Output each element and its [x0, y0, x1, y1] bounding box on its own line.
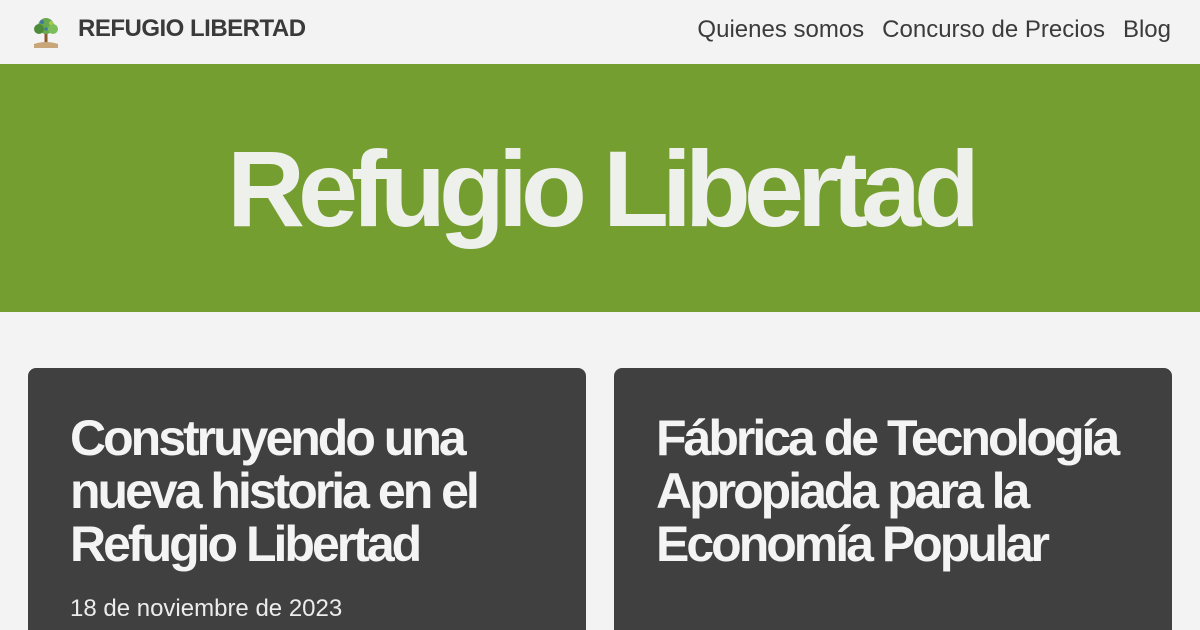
main-nav: Quienes somos Concurso de Precios Blog [697, 14, 1171, 46]
hero-title: Refugio Libertad [227, 128, 980, 249]
post-card[interactable]: Fábrica de Tecnología Apropiada para la … [614, 368, 1172, 630]
nav-link-concurso-de-precios[interactable]: Concurso de Precios [882, 14, 1105, 46]
post-date: 18 de noviembre de 2023 [70, 595, 343, 622]
nav-link-blog[interactable]: Blog [1123, 14, 1171, 46]
hero-banner: Refugio Libertad [0, 64, 1200, 312]
site-header: REFUGIO LIBERTAD Quienes somos Concurso … [0, 0, 1200, 64]
site-brand-link[interactable]: REFUGIO LIBERTAD [78, 15, 306, 43]
nav-link-quienes-somos[interactable]: Quienes somos [697, 14, 864, 46]
post-title[interactable]: Fábrica de Tecnología Apropiada para la … [656, 412, 1130, 571]
post-card[interactable]: Construyendo una nueva historia en el Re… [28, 368, 586, 630]
tree-logo-icon[interactable] [30, 16, 62, 50]
post-title[interactable]: Construyendo una nueva historia en el Re… [70, 412, 544, 571]
